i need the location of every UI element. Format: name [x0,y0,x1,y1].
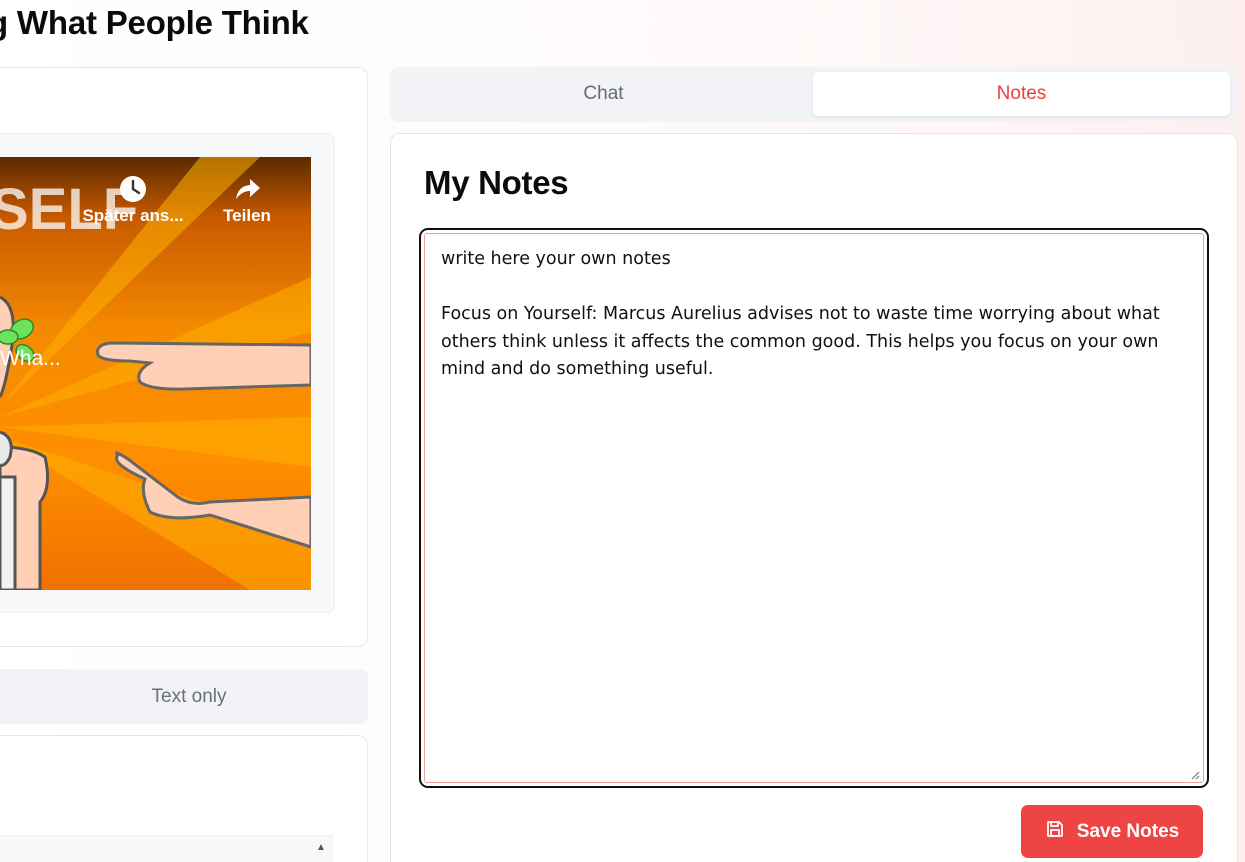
save-notes-button[interactable]: Save Notes [1021,805,1203,858]
scroll-up-arrow-icon[interactable]: ▲ [316,842,326,853]
transcript-scroll-area[interactable] [0,835,333,862]
share-icon [192,174,302,204]
tab-bar: Chat Notes [390,67,1237,122]
tab-notes[interactable]: Notes [813,72,1230,116]
watch-later-button[interactable]: Später ans... [78,174,188,226]
clock-icon [78,174,188,204]
watch-later-label: Später ans... [82,206,184,225]
save-notes-label: Save Notes [1076,820,1180,842]
page-title: g What People Think [0,4,309,41]
tab-chat[interactable]: Chat [395,72,812,116]
notes-heading: My Notes [424,164,569,201]
save-icon [1045,819,1065,845]
notes-textarea[interactable]: write here your own notes Focus on Yours… [424,233,1204,783]
share-label: Teilen [223,206,271,225]
tab-text-only[interactable]: Text only [0,669,368,724]
resize-grip-icon[interactable] [1190,770,1200,780]
video-title: Wha... [0,347,61,370]
share-button[interactable]: Teilen [192,174,302,226]
